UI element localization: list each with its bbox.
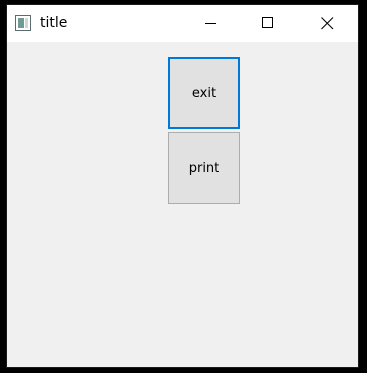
app-icon-pane-right [25, 18, 28, 28]
window-title: title [40, 15, 68, 31]
app-icon-pane-left [18, 18, 24, 28]
maximize-icon [262, 17, 273, 28]
exit-button[interactable]: exit [168, 57, 240, 129]
title-bar[interactable]: title [7, 5, 358, 42]
close-button[interactable] [304, 5, 350, 42]
print-button[interactable]: print [168, 132, 240, 204]
minimize-icon [205, 23, 216, 24]
app-window: title exit print [6, 4, 359, 368]
maximize-button[interactable] [245, 5, 291, 42]
minimize-button[interactable] [188, 5, 234, 42]
client-area: exit print [7, 42, 358, 367]
app-window-icon [15, 15, 31, 31]
close-icon [321, 17, 334, 30]
